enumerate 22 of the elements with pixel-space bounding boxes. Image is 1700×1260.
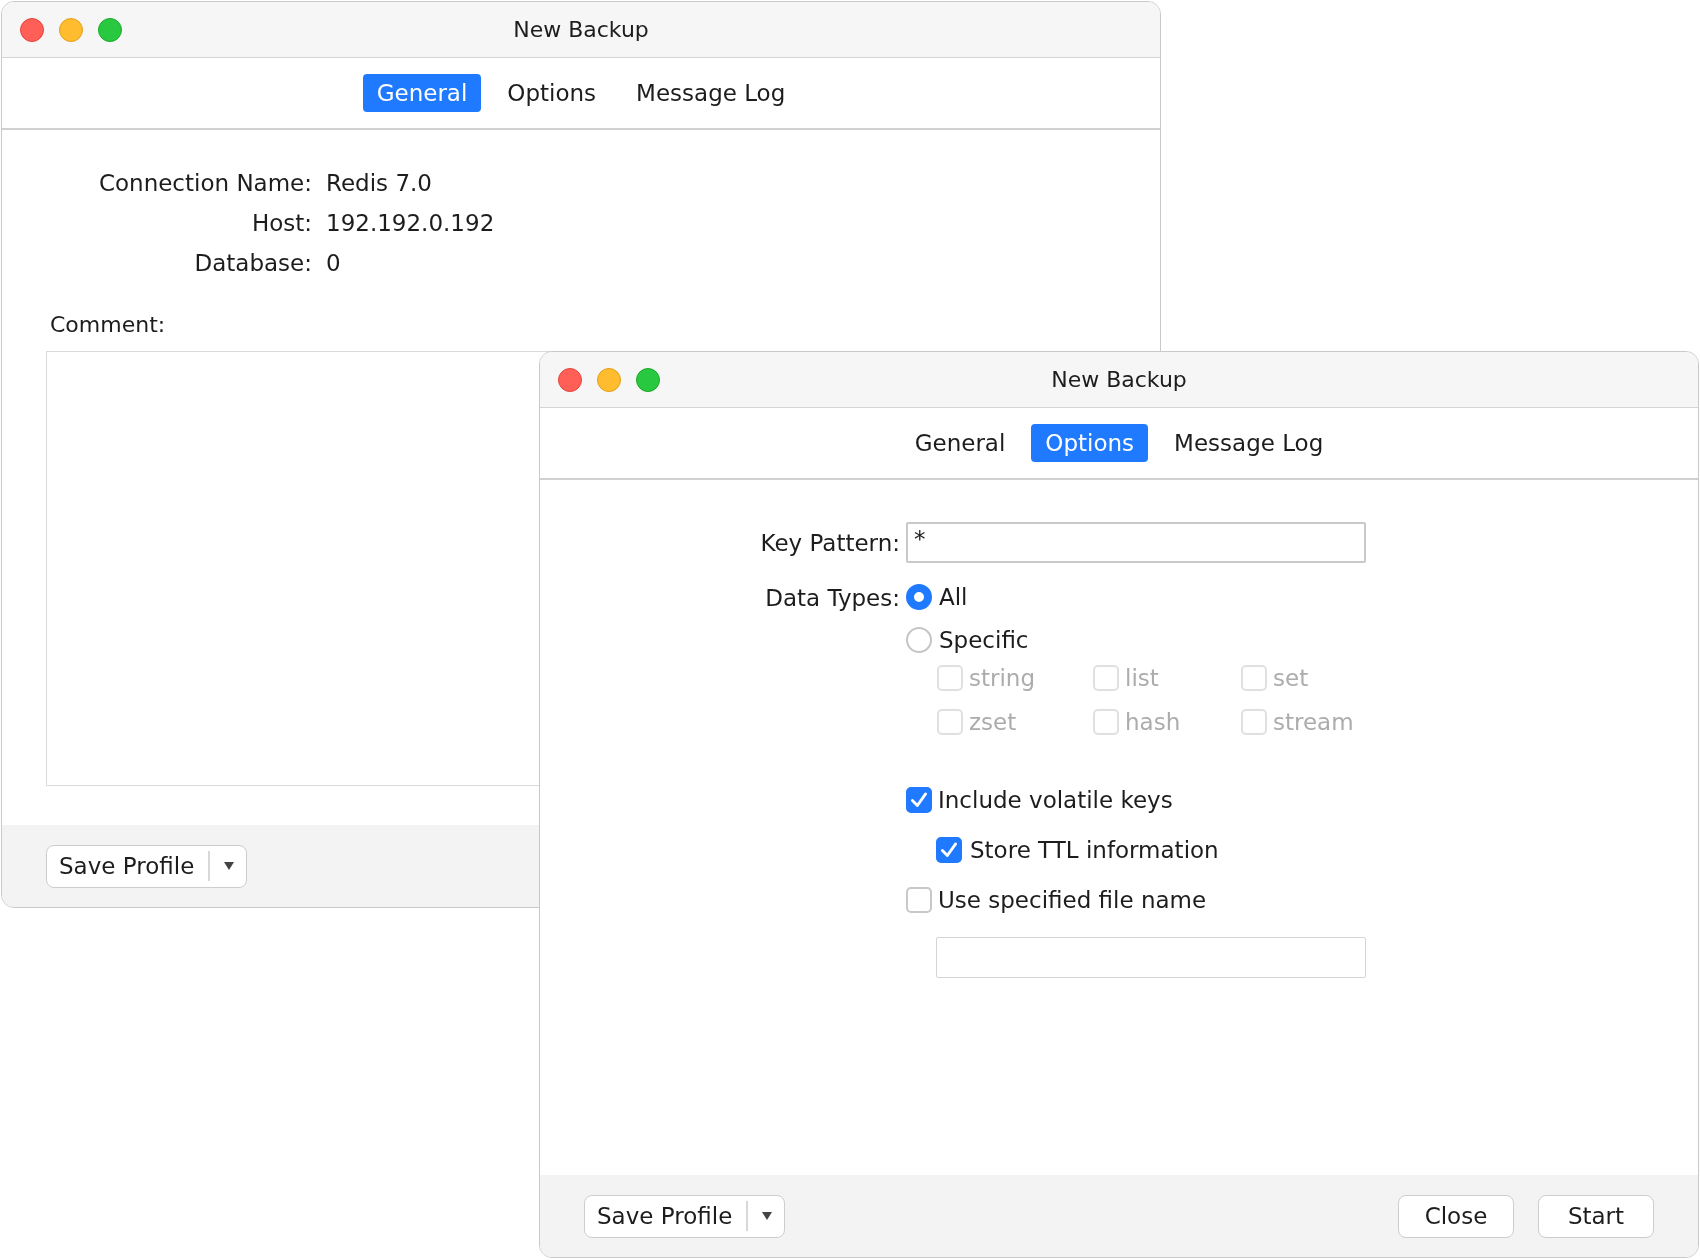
field-label: Database: — [193, 250, 312, 276]
checkbox-label: list — [1125, 665, 1159, 691]
field-label: Key Pattern: — [759, 529, 900, 556]
checkbox-label: set — [1273, 665, 1309, 691]
radio-label: Specific — [939, 626, 1029, 653]
field-label: Comment: — [50, 312, 167, 337]
field-value: Redis 7.0 — [326, 170, 433, 196]
field-label: Connection Name: — [97, 170, 312, 196]
checkbox-label: zset — [969, 709, 1017, 735]
field-label: Data Types: — [764, 584, 900, 611]
field-value: 0 — [326, 250, 342, 276]
window-title: New Backup — [513, 17, 649, 42]
checkbox-label: Include volatile keys — [938, 787, 1173, 813]
window-title: New Backup — [1051, 367, 1187, 392]
field-value: 192.192.0.192 — [326, 210, 496, 236]
field-label: Host: — [250, 210, 312, 236]
checkbox-label: Store TTL information — [969, 837, 1219, 863]
checkbox-label: hash — [1125, 709, 1181, 735]
checkbox-label: Use specified file name — [938, 887, 1207, 913]
checkbox-label: string — [969, 665, 1036, 691]
radio-label: All — [939, 583, 968, 610]
checkbox-label: stream — [1273, 709, 1354, 735]
